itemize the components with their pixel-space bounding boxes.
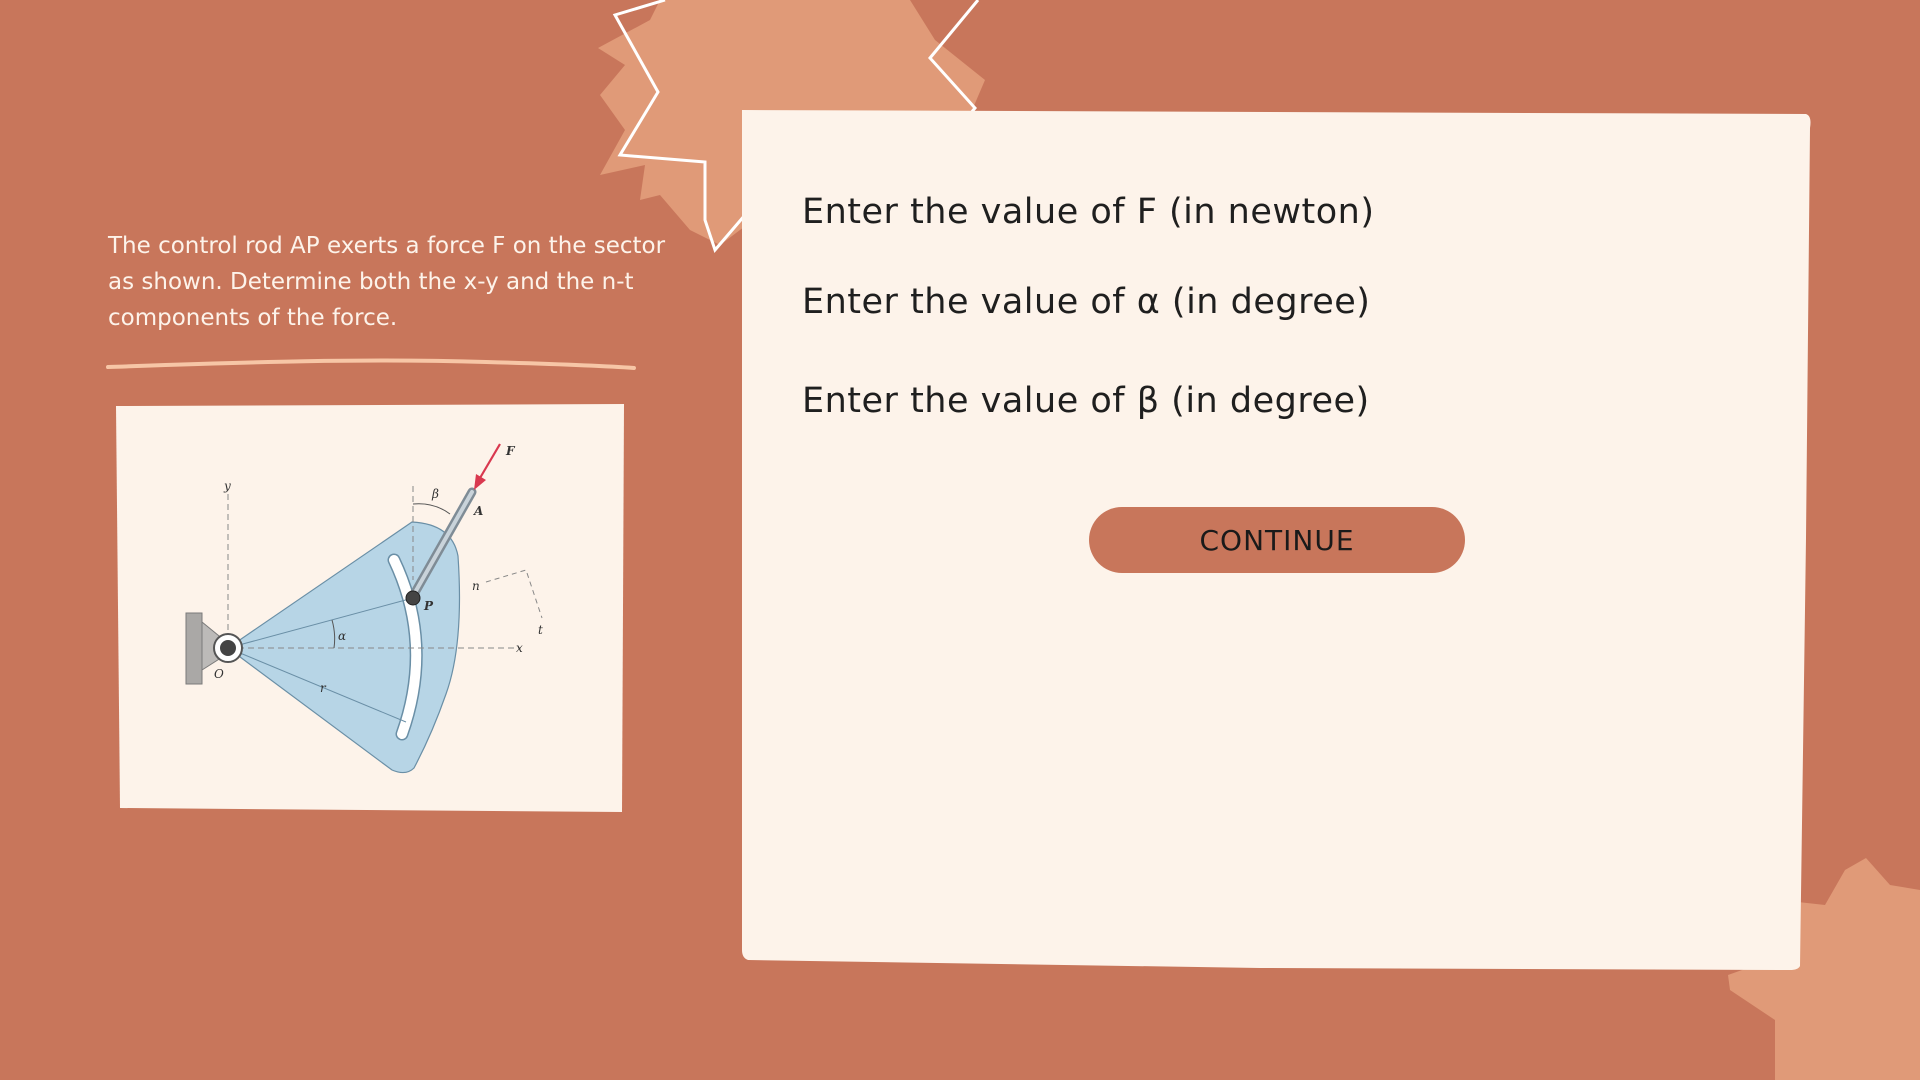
problem-statement: The control rod AP exerts a force F on t… <box>108 233 666 331</box>
label-alpha: α <box>338 629 346 643</box>
beta-value-prompt: Enter the value of β (in degree) <box>802 381 1370 421</box>
label-t: t <box>538 623 543 637</box>
label-n: n <box>472 579 480 593</box>
label-f: F <box>505 444 516 458</box>
alpha-value-prompt: Enter the value of α (in degree) <box>802 282 1371 322</box>
label-x: x <box>516 641 523 655</box>
label-p: P <box>423 599 434 613</box>
pin-p <box>405 590 421 606</box>
pivot-o-inner <box>220 640 236 656</box>
label-beta: β <box>431 487 439 501</box>
control-rod-diagram: F A P O x y n t r α β <box>116 404 624 812</box>
divider-line <box>106 358 636 370</box>
label-o: O <box>214 667 224 681</box>
figure-card: F A P O x y n t r α β <box>116 404 626 814</box>
label-y: y <box>223 479 231 493</box>
wall-mount <box>185 612 203 685</box>
f-value-prompt: Enter the value of F (in newton) <box>802 192 1375 232</box>
continue-button[interactable]: CONTINUE <box>1089 507 1465 573</box>
label-a: A <box>473 504 483 518</box>
input-panel: Enter the value of F (in newton) Enter t… <box>740 108 1812 972</box>
